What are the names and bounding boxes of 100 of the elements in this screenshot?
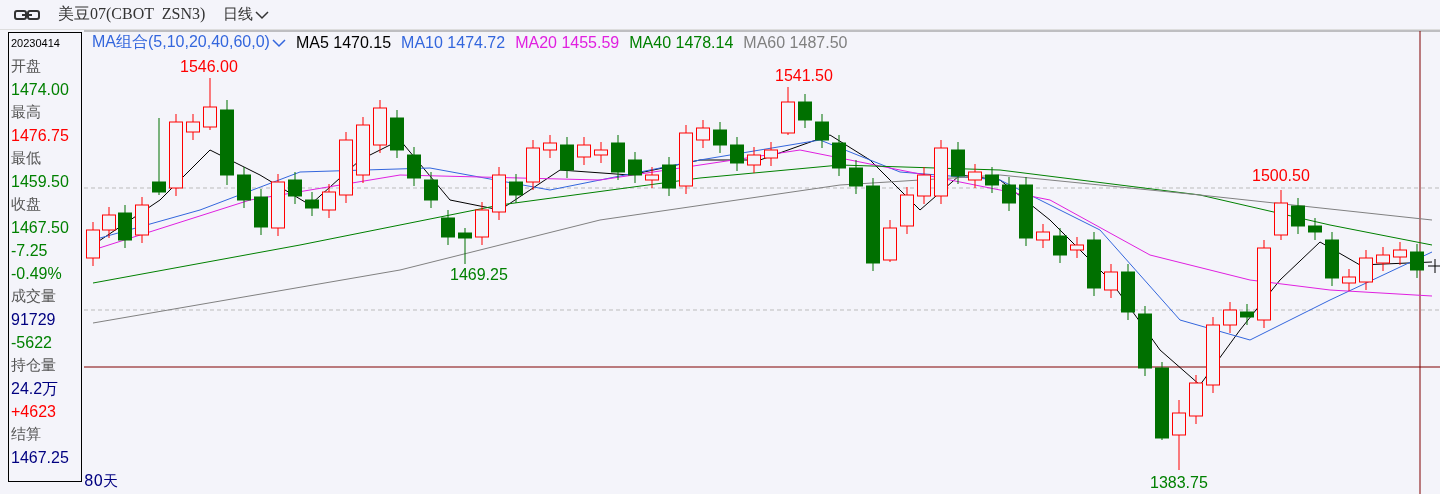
candle <box>1393 241 1407 266</box>
candle <box>764 141 778 167</box>
candle <box>560 136 574 179</box>
candle <box>832 134 846 177</box>
candle <box>594 141 608 164</box>
candle <box>662 156 676 197</box>
candle <box>1240 303 1254 326</box>
field-label: 最高 <box>11 102 42 123</box>
field-value: +4623 <box>11 402 57 422</box>
candle <box>645 166 659 189</box>
candle <box>577 136 591 166</box>
field-value: 1467.25 <box>11 448 70 468</box>
price-annotation: 1469.25 <box>450 266 508 284</box>
candle <box>1274 189 1288 241</box>
candle <box>492 166 506 221</box>
candle <box>730 136 744 172</box>
candle <box>696 119 710 149</box>
field-value: 91729 <box>11 310 57 330</box>
chevron-down-icon <box>271 37 286 48</box>
ma-legend-item: MA60 1487.50 <box>743 33 848 52</box>
candle <box>815 113 829 149</box>
field-value: 1467.50 <box>11 218 70 238</box>
price-annotation: 1383.75 <box>1150 474 1208 492</box>
ma-legend-item: MA5 1470.15 <box>295 33 392 52</box>
candle <box>543 134 557 159</box>
candle <box>1087 231 1101 297</box>
candle <box>747 146 761 174</box>
candle <box>118 204 132 249</box>
candle <box>1172 399 1186 471</box>
candle <box>611 134 625 181</box>
field-label: 最低 <box>11 148 42 169</box>
candle <box>1104 263 1118 299</box>
ma-legend-item: MA20 1455.59 <box>515 33 620 52</box>
candle <box>951 141 965 185</box>
field-label: 收盘 <box>11 194 42 215</box>
candle <box>254 188 268 236</box>
candle <box>390 109 404 159</box>
instrument-title: 美豆07(CBOT ZSN3) <box>58 4 206 25</box>
candle <box>271 173 285 237</box>
candle <box>1376 246 1390 272</box>
candle <box>781 86 795 136</box>
field-value: -7.25 <box>11 241 49 261</box>
field-value: 1474.00 <box>11 80 70 100</box>
candle <box>373 99 387 154</box>
candle <box>1291 197 1305 235</box>
field-value: -5622 <box>11 333 53 353</box>
link-icon[interactable] <box>14 8 40 21</box>
candle <box>1019 176 1033 247</box>
candle <box>475 201 489 246</box>
crosshair-icon <box>1427 258 1440 274</box>
chevron-down-icon <box>255 9 270 20</box>
candle <box>186 113 200 141</box>
candle <box>679 124 693 195</box>
candle <box>237 166 251 209</box>
ma-legend-item: MA40 1478.14 <box>629 33 734 52</box>
candle <box>1002 176 1016 212</box>
candle <box>1325 231 1339 287</box>
period-dropdown[interactable]: 日线 <box>223 5 270 24</box>
candle <box>526 139 540 191</box>
candle <box>1342 268 1356 292</box>
candle <box>1036 223 1050 249</box>
price-annotation: 1541.50 <box>775 67 833 85</box>
field-label: 成交量 <box>11 286 57 307</box>
price-annotation: 1546.00 <box>180 58 238 76</box>
candle <box>407 146 421 187</box>
candle <box>1410 243 1424 279</box>
candle <box>86 221 100 267</box>
candle <box>900 186 914 235</box>
candle <box>1308 217 1322 241</box>
field-value: -0.49% <box>11 264 63 284</box>
date-label: 20230414 <box>11 37 61 51</box>
candle <box>203 77 217 131</box>
candle <box>1070 236 1084 259</box>
candle <box>356 116 370 184</box>
candle <box>509 173 523 204</box>
candle <box>883 219 897 263</box>
field-value: 1476.75 <box>11 126 70 146</box>
field-label: 结算 <box>11 424 42 445</box>
candle <box>441 209 455 246</box>
candle <box>628 151 642 184</box>
candle <box>1053 227 1067 264</box>
field-value: 1459.50 <box>11 172 70 192</box>
candle <box>1189 374 1203 425</box>
field-label: 持仓量 <box>11 355 57 376</box>
range-label: 80天 <box>84 472 119 491</box>
candle <box>1121 263 1135 321</box>
candle <box>135 196 149 244</box>
field-value: 24.2万 <box>11 379 60 399</box>
candle <box>713 121 727 154</box>
candle <box>424 171 438 209</box>
ma-group-dropdown[interactable]: MA组合(5,10,20,40,60,0) <box>92 32 286 53</box>
candle <box>985 166 999 194</box>
candle <box>798 93 812 129</box>
candle <box>322 183 336 219</box>
candle <box>102 206 116 239</box>
price-annotation: 1500.50 <box>1252 167 1310 185</box>
candle <box>305 191 319 217</box>
field-label: 开盘 <box>11 56 42 77</box>
candle <box>917 166 931 205</box>
candle <box>1138 305 1152 377</box>
